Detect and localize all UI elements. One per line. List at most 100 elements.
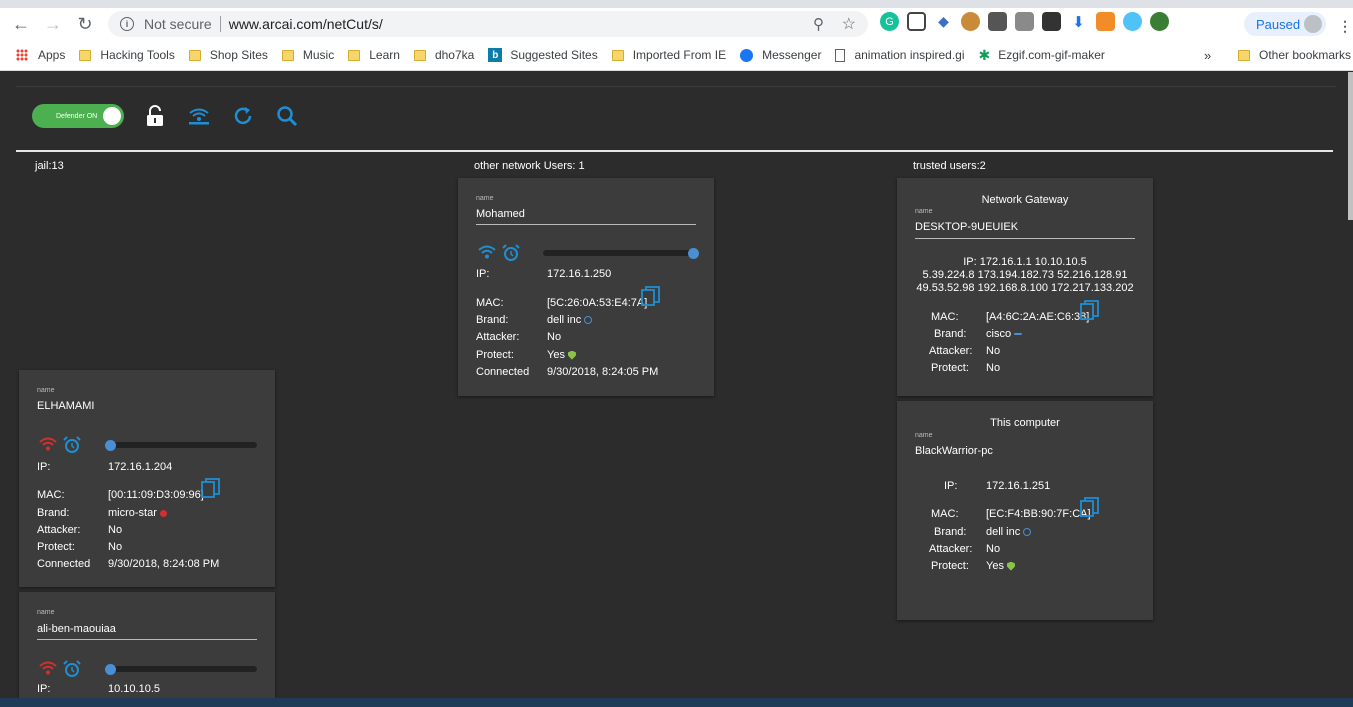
copy-icon[interactable] (1080, 300, 1099, 320)
other-bookmarks-label: Other bookmarks (1259, 48, 1352, 62)
bookmark-star-icon[interactable]: ☆ (842, 14, 856, 34)
attacker-value: No (986, 543, 1001, 555)
connected-value: 9/30/2018, 8:24:08 PM (108, 558, 220, 570)
speed-slider[interactable] (107, 442, 257, 448)
mac-label: MAC: (931, 508, 959, 520)
paused-profile-button[interactable]: Paused (1244, 12, 1326, 36)
speed-slider[interactable] (543, 250, 693, 256)
attacker-label: Attacker: (929, 345, 973, 357)
copy-icon[interactable] (1080, 497, 1099, 517)
brand-value: cisco (986, 328, 1012, 340)
other-users-column-title: other network Users: 1 (474, 160, 585, 172)
trusted-card-this-computer[interactable]: This computer name BlackWarrior-pc IP: 1… (897, 401, 1153, 620)
bookmark-item[interactable]: Apps (16, 48, 65, 62)
name-label: name (37, 609, 55, 616)
trusted-users-column-title: trusted users:2 (913, 160, 986, 172)
bookmarks-bar: Apps Hacking Tools Shop Sites Music Learn dho… (0, 40, 1353, 71)
alarm-clock-icon[interactable] (63, 660, 81, 681)
back-icon[interactable]: ← (10, 13, 32, 35)
forward-icon[interactable]: → (42, 13, 64, 35)
wifi-icon[interactable] (478, 245, 496, 262)
layers-icon[interactable] (1096, 12, 1115, 31)
grammarly-icon[interactable]: G (880, 12, 899, 31)
folder-icon (79, 49, 92, 61)
bookmark-item[interactable]: Shop Sites (188, 48, 268, 62)
defender-toggle[interactable]: Defender ON (32, 104, 124, 128)
user-name[interactable]: Mohamed (476, 208, 525, 220)
ip-line: 49.53.52.98 192.168.8.100 172.217.133.20… (916, 282, 1134, 294)
ip-line: 5.39.224.8 173.194.182.73 52.216.128.91 (922, 269, 1128, 281)
tab-strip (0, 0, 1353, 8)
brand-label: Brand: (476, 314, 509, 326)
alarm-clock-icon[interactable] (63, 436, 81, 457)
globe-icon[interactable] (1150, 12, 1169, 31)
bookmark-label: animation inspired.gi (854, 48, 965, 62)
bookmark-item[interactable]: ✱ Ezgif.com-gif-maker (978, 47, 1104, 64)
url-text[interactable]: www.arcai.com/netCut/s/ (229, 16, 383, 32)
speed-slider[interactable] (107, 666, 257, 672)
alarm-clock-icon[interactable] (502, 244, 520, 265)
copy-icon[interactable] (641, 286, 660, 306)
ethereum-icon[interactable]: ◆ (934, 12, 953, 31)
bookmark-item[interactable]: Learn (348, 48, 400, 62)
network-scan-icon[interactable] (186, 103, 212, 129)
download-arrow-icon[interactable]: ⬇ (1069, 12, 1088, 31)
attacker-label: Attacker: (929, 543, 973, 555)
reload-icon[interactable]: ↻ (74, 13, 96, 35)
protect-label: Protect: (37, 541, 75, 553)
zoom-icon[interactable]: ⚲ (813, 15, 824, 33)
trusted-card-gateway[interactable]: Network Gateway name DESKTOP-9UEUIEK IP:… (897, 178, 1153, 396)
attacker-label: Attacker: (476, 331, 520, 343)
cookie-icon[interactable] (961, 12, 980, 31)
other-bookmarks[interactable]: Other bookmarks (1238, 48, 1351, 62)
menu-icon[interactable]: ⋮ (1338, 18, 1352, 35)
ufo-icon[interactable] (988, 12, 1007, 31)
toggle-knob (103, 107, 121, 125)
scrollbar-thumb[interactable] (1348, 72, 1353, 220)
device-name[interactable]: BlackWarrior-pc (915, 445, 993, 457)
user-name[interactable]: ali-ben-maouiaa (37, 623, 116, 635)
ip-label: IP: (37, 683, 51, 695)
app-toolbar: Defender ON (32, 103, 300, 129)
mac-label: MAC: (931, 311, 959, 323)
profile-ext-icon[interactable] (1015, 12, 1034, 31)
bookmark-label: Hacking Tools (100, 48, 175, 62)
folder-icon (188, 49, 201, 61)
speed-slider-knob[interactable] (688, 248, 699, 259)
user-name[interactable]: ELHAMAMI (37, 400, 94, 412)
unlock-icon[interactable] (142, 103, 168, 129)
name-underline (37, 639, 257, 640)
speed-slider-knob[interactable] (105, 664, 116, 675)
bookmark-item[interactable]: Imported From IE (611, 48, 726, 62)
mac-value: [EC:F4:BB:90:7F:CA] (986, 508, 1091, 520)
shield-icon (1006, 561, 1015, 571)
bookmark-item[interactable]: Music (281, 48, 334, 62)
connected-label: Connected (476, 366, 530, 378)
search-ext-icon[interactable] (1123, 12, 1142, 31)
netcut-app: Defender ON jail:13 other network Users:… (0, 72, 1353, 698)
user-card-mohamed[interactable]: name Mohamed IP: 172.16.1.250 MAC: [5C:2… (458, 178, 714, 396)
wifi-off-icon[interactable] (39, 437, 57, 454)
avatar (1304, 15, 1322, 33)
user-card-elhamami[interactable]: name ELHAMAMI IP: 172.16.1.204 MAC: [00:… (19, 370, 275, 587)
bookmark-item[interactable]: Hacking Tools (79, 48, 175, 62)
refresh-icon[interactable] (230, 103, 256, 129)
bookmark-item[interactable]: dho7ka (413, 48, 474, 62)
device-name[interactable]: DESKTOP-9UEUIEK (915, 221, 1018, 233)
protect-value: Yes (986, 560, 1004, 572)
copy-icon[interactable] (201, 478, 220, 498)
info-icon[interactable]: i (120, 17, 134, 31)
connected-label: Connected (37, 558, 91, 570)
bookmark-item[interactable]: Messenger (740, 48, 821, 62)
qr-icon[interactable] (907, 12, 926, 31)
download-box-icon[interactable] (1042, 12, 1061, 31)
wifi-off-icon[interactable] (39, 661, 57, 678)
ip-label: IP: (476, 268, 490, 280)
search-icon[interactable] (274, 103, 300, 129)
omnibox[interactable]: i Not secure www.arcai.com/netCut/s/ ⚲ ☆ (108, 11, 868, 37)
bookmark-item[interactable]: b Suggested Sites (488, 48, 598, 62)
user-card-ali-ben-maouiaa[interactable]: name ali-ben-maouiaa IP: 10.10.10.5 (19, 592, 275, 698)
bookmarks-more-icon[interactable]: » (1204, 48, 1211, 63)
bookmark-item[interactable]: animation inspired.gi (835, 48, 964, 62)
speed-slider-knob[interactable] (105, 440, 116, 451)
